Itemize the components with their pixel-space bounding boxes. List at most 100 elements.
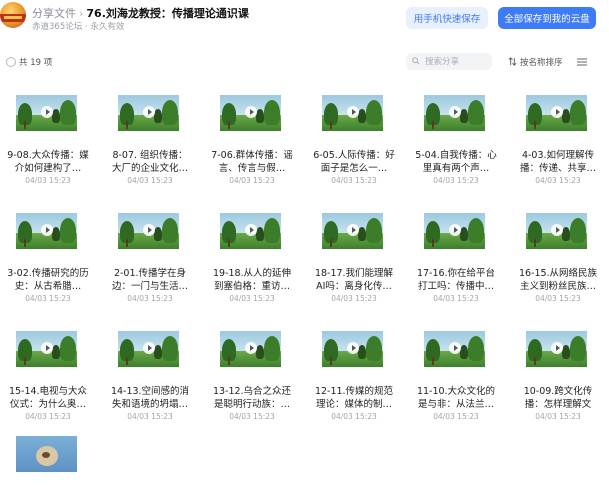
file-card[interactable]: 17-16.你在给平台打工吗：传播中… 04/03 15:23 — [408, 196, 510, 303]
file-card[interactable]: 6-05.人际传播：好面子是怎么一… 04/03 15:23 — [306, 78, 408, 185]
play-icon — [245, 224, 257, 236]
file-name[interactable]: 3-02.传播研究的历史：从古希腊… — [6, 267, 90, 293]
video-thumbnail[interactable] — [220, 331, 281, 367]
play-icon — [347, 224, 359, 236]
video-thumbnail[interactable] — [220, 213, 281, 249]
play-icon — [41, 224, 53, 236]
file-date: 04/03 15:23 — [25, 294, 71, 303]
file-card[interactable]: 19-18.从人的延伸到塞伯格：重访… 04/03 15:23 — [204, 196, 306, 303]
video-thumbnail[interactable] — [526, 95, 587, 131]
video-thumbnail[interactable] — [322, 213, 383, 249]
share-meta: 赤道365论坛 · 永久有效 — [32, 22, 125, 32]
file-date: 04/03 15:23 — [433, 294, 479, 303]
file-card[interactable]: 3-02.传播研究的历史：从古希腊… 04/03 15:23 — [0, 196, 102, 303]
file-card[interactable]: 7-06.群体传播：谣言、传言与假… 04/03 15:23 — [204, 78, 306, 185]
file-card[interactable]: 18-17.我们能理解AI吗：离身化传… 04/03 15:23 — [306, 196, 408, 303]
search-icon — [412, 57, 420, 65]
file-name[interactable]: 5-04.自我传播：心里真有两个声… — [414, 149, 498, 175]
file-name[interactable]: 19-18.从人的延伸到塞伯格：重访… — [210, 267, 294, 293]
file-name[interactable]: 11-10.大众文化的是与非：从法兰… — [414, 385, 498, 411]
video-thumbnail[interactable] — [424, 213, 485, 249]
video-thumbnail[interactable] — [118, 95, 179, 131]
file-date: 04/03 15:23 — [331, 294, 377, 303]
play-icon — [449, 342, 461, 354]
file-name[interactable]: 16-15.从网络民族主义到粉丝民族… — [516, 267, 600, 293]
file-card[interactable]: 11-10.大众文化的是与非：从法兰… 04/03 15:23 — [408, 314, 510, 421]
video-thumbnail[interactable] — [322, 95, 383, 131]
file-toolbar: 共 19 项 按名称排序 — [0, 52, 609, 74]
file-card[interactable]: 5-04.自我传播：心里真有两个声… 04/03 15:23 — [408, 78, 510, 185]
file-date: 04/03 15:23 — [535, 412, 581, 421]
sort-icon — [508, 57, 517, 66]
breadcrumb-shared-files-link[interactable]: 分享文件 — [32, 7, 76, 20]
file-card[interactable]: 4-03.如何理解传播：传递、共享… 04/03 15:23 — [510, 78, 609, 185]
file-date: 04/03 15:23 — [535, 294, 581, 303]
video-thumbnail[interactable] — [526, 331, 587, 367]
file-name[interactable]: 10-09.跨文化传播：怎样理解文化… — [516, 385, 600, 411]
video-thumbnail[interactable] — [16, 331, 77, 367]
video-thumbnail[interactable] — [424, 331, 485, 367]
play-icon — [551, 224, 563, 236]
phone-save-button[interactable]: 用手机快速保存 — [406, 7, 488, 29]
file-date: 04/03 15:23 — [535, 176, 581, 185]
file-name[interactable]: 15-14.电视与大众仪式：为什么奥… — [6, 385, 90, 411]
file-name[interactable]: 17-16.你在给平台打工吗：传播中… — [414, 267, 498, 293]
play-icon — [143, 106, 155, 118]
sort-by-name-button[interactable]: 按名称排序 — [508, 56, 563, 68]
file-name[interactable]: 6-05.人际传播：好面子是怎么一… — [312, 149, 396, 175]
file-name[interactable]: 9-08.大众传播：媒介如何建构了… — [6, 149, 90, 175]
video-thumbnail[interactable] — [424, 95, 485, 131]
select-all-checkbox[interactable] — [6, 57, 16, 67]
file-date: 04/03 15:23 — [25, 412, 71, 421]
file-card[interactable]: 13-12.乌合之众还是聪明行动族：… 04/03 15:23 — [204, 314, 306, 421]
file-card[interactable]: 10-09.跨文化传播：怎样理解文化…04/03 15:23 — [510, 314, 609, 421]
play-icon — [41, 342, 53, 354]
file-name[interactable]: 2-01.传播学在身边：一门与生活… — [108, 267, 192, 293]
video-thumbnail[interactable] — [526, 213, 587, 249]
video-thumbnail[interactable] — [16, 213, 77, 249]
file-date: 04/03 15:23 — [127, 412, 173, 421]
video-thumbnail[interactable] — [220, 95, 281, 131]
share-header: 分享文件 › 76.刘海龙教授：传播理论通识课 赤道365论坛 · 永久有效 用手机… — [0, 0, 609, 40]
play-icon — [551, 342, 563, 354]
file-date: 04/03 15:23 — [25, 176, 71, 185]
avatar[interactable] — [0, 2, 26, 28]
play-icon — [143, 224, 155, 236]
file-card[interactable] — [0, 432, 102, 472]
file-name[interactable]: 8-07. 组织传播：大厂的企业文化… — [108, 149, 192, 175]
file-name[interactable]: 13-12.乌合之众还是聪明行动族：… — [210, 385, 294, 411]
file-card[interactable]: 8-07. 组织传播：大厂的企业文化… 04/03 15:23 — [102, 78, 204, 185]
file-name[interactable]: 12-11.传媒的规范理论：媒体的制… — [312, 385, 396, 411]
file-card[interactable]: 16-15.从网络民族主义到粉丝民族… 04/03 15:23 — [510, 196, 609, 303]
video-thumbnail[interactable] — [16, 95, 77, 131]
file-card[interactable]: 2-01.传播学在身边：一门与生活… 04/03 15:23 — [102, 196, 204, 303]
play-icon — [143, 342, 155, 354]
play-icon — [449, 224, 461, 236]
play-icon — [449, 106, 461, 118]
file-card[interactable]: 15-14.电视与大众仪式：为什么奥… 04/03 15:23 — [0, 314, 102, 421]
breadcrumb: 分享文件 › 76.刘海龙教授：传播理论通识课 — [32, 5, 249, 21]
video-thumbnail[interactable] — [16, 436, 77, 472]
video-thumbnail[interactable] — [322, 331, 383, 367]
file-name[interactable]: 14-13.空间感的消失和语境的坍塌… — [108, 385, 192, 411]
play-icon — [347, 342, 359, 354]
video-thumbnail[interactable] — [118, 331, 179, 367]
sort-label: 按名称排序 — [520, 58, 563, 68]
file-card[interactable]: 9-08.大众传播：媒介如何建构了… 04/03 15:23 — [0, 78, 102, 185]
video-thumbnail[interactable] — [118, 213, 179, 249]
play-icon — [41, 106, 53, 118]
item-count: 共 19 项 — [19, 58, 53, 68]
file-date: 04/03 15:23 — [127, 294, 173, 303]
file-date: 04/03 15:23 — [433, 412, 479, 421]
file-date: 04/03 15:23 — [433, 176, 479, 185]
file-grid: 9-08.大众传播：媒介如何建构了… 04/03 15:23 8-07. 组织传播：… — [0, 78, 609, 472]
file-name[interactable]: 7-06.群体传播：谣言、传言与假… — [210, 149, 294, 175]
save-all-to-cloud-button[interactable]: 全部保存到我的云盘 — [498, 7, 596, 29]
file-name[interactable]: 4-03.如何理解传播：传递、共享… — [516, 149, 600, 175]
file-name[interactable]: 18-17.我们能理解AI吗：离身化传… — [312, 267, 396, 293]
file-card[interactable]: 14-13.空间感的消失和语境的坍塌… 04/03 15:23 — [102, 314, 204, 421]
play-icon — [245, 342, 257, 354]
file-date: 04/03 15:23 — [331, 176, 377, 185]
file-card[interactable]: 12-11.传媒的规范理论：媒体的制… 04/03 15:23 — [306, 314, 408, 421]
list-view-icon[interactable] — [577, 58, 587, 66]
